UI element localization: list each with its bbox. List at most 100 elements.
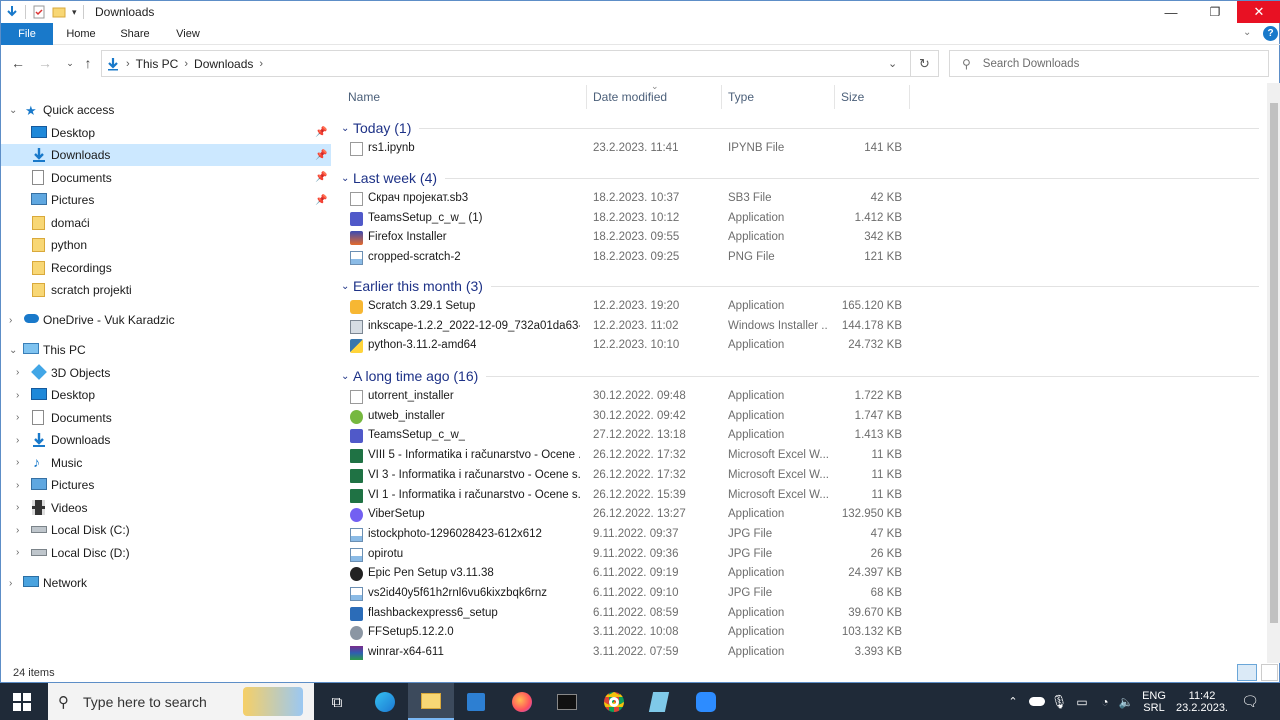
file-row[interactable]: FFSetup5.12.2.0 3.11.2022. 10:08 Applicati… [339,623,1259,643]
sidebar-item-pictures[interactable]: Pictures 📌 [1,189,331,211]
terminal-icon[interactable] [555,690,579,714]
breadcrumb-downloads[interactable]: Downloads [194,57,253,71]
download-arrow-icon[interactable] [5,5,19,19]
sidebar-item-this-pc[interactable]: ⌄ This PC [1,339,331,361]
notepad-icon[interactable] [647,690,671,714]
sidebar-item-local-disc-d[interactable]: › Local Disc (D:) [1,542,331,564]
scrollbar-thumb[interactable] [1270,103,1278,623]
pin-icon[interactable]: 📌 [315,150,327,161]
expand-chevron-icon[interactable]: › [16,367,19,378]
file-row[interactable]: Epic Pen Setup v3.11.38 6.11.2022. 09:19 A… [339,564,1259,584]
pin-icon[interactable]: 📌 [315,127,327,138]
sidebar-item-scratch-projekti[interactable]: scratch projekti [1,279,331,301]
sidebar-item-desktop[interactable]: Desktop 📌 [1,122,331,144]
restore-button[interactable]: ❐ [1193,1,1237,23]
file-row[interactable]: python-3.11.2-amd64 12.2.2023. 10:10 Appli… [339,336,1259,356]
sidebar-item-videos[interactable]: › Videos [1,497,331,519]
address-dropdown-icon[interactable]: ⌄ [888,57,897,70]
column-divider[interactable] [721,85,722,109]
expand-ribbon-icon[interactable]: ⌄ [1243,27,1251,38]
wifi-icon[interactable]: ◔ [1096,683,1114,720]
file-row[interactable]: Scratch 3.29.1 Setup 12.2.2023. 19:20 Appl… [339,297,1259,317]
show-hidden-icons-icon[interactable]: ⌃ [1006,683,1020,720]
collapse-chevron-icon[interactable]: ⌄ [341,173,349,184]
sidebar-item-domaci[interactable]: domaći [1,212,331,234]
group-header[interactable]: ⌄ Earlier this month (3) [339,275,1259,297]
notifications-icon[interactable]: 🗨 [1240,683,1260,720]
expand-chevron-icon[interactable]: › [16,435,19,446]
group-header[interactable]: ⌄ Today (1) [339,117,1259,139]
breadcrumb-separator[interactable]: › [126,58,130,70]
group-header[interactable]: ⌄ A long time ago (16) [339,365,1259,387]
chrome-icon[interactable] [602,690,626,714]
address-bar[interactable]: › This PC › Downloads › ⌄ ↻ [101,50,939,77]
volume-icon[interactable]: 🔈 [1118,683,1134,720]
column-header-size[interactable]: Size [841,83,864,111]
file-row[interactable]: Скрач пројекат.sb3 18.2.2023. 10:37 SB3 Fi… [339,189,1259,209]
group-header[interactable]: ⌄ Last week (4) [339,167,1259,189]
collapse-chevron-icon[interactable]: ⌄ [9,345,17,356]
expand-chevron-icon[interactable]: › [16,525,19,536]
sidebar-item-recordings[interactable]: Recordings [1,257,331,279]
column-header-type[interactable]: Type [728,83,754,111]
expand-chevron-icon[interactable]: › [16,390,19,401]
file-row[interactable]: VIII 5 - Informatika i računarstvo - Oce… [339,446,1259,466]
column-header-name[interactable]: Name [348,83,380,111]
file-row[interactable]: TeamsSetup_c_w_ 27.12.2022. 13:18 Applicat… [339,426,1259,446]
back-arrow-icon[interactable]: ← [9,55,27,71]
refresh-icon[interactable]: ↻ [910,51,938,76]
onedrive-tray-icon[interactable] [1028,683,1046,720]
file-row[interactable]: inkscape-1.2.2_2022-12-09_732a01da63-x..… [339,317,1259,337]
file-row[interactable]: utorrent_installer 30.12.2022. 09:48 Appli… [339,387,1259,407]
details-view-icon[interactable] [1237,664,1257,681]
sidebar-item-local-disk-c[interactable]: › Local Disk (C:) [1,519,331,541]
zoom-icon[interactable] [694,690,718,714]
file-row[interactable]: ViberSetup 26.12.2022. 13:27 Application 13… [339,505,1259,525]
language-indicator[interactable]: ENG SRL [1140,683,1168,720]
up-arrow-icon[interactable]: ↑ [79,55,97,71]
breadcrumb-this-pc[interactable]: This PC [136,57,179,71]
file-row[interactable]: Firefox Installer 18.2.2023. 09:55 Applica… [339,228,1259,248]
file-row[interactable]: flashbackexpress6_setup 6.11.2022. 08:59 A… [339,604,1259,624]
sidebar-item-onedrive[interactable]: › OneDrive - Vuk Karadzic [1,309,331,331]
expand-chevron-icon[interactable]: › [9,315,12,326]
firefox-icon[interactable] [510,690,534,714]
tab-share[interactable]: Share [115,23,155,45]
expand-chevron-icon[interactable]: › [9,578,12,589]
file-row[interactable]: VI 1 - Informatika i računarstvo - Ocene… [339,486,1259,506]
large-icons-view-icon[interactable] [1261,664,1278,681]
column-header-date[interactable]: Date modified [593,83,667,111]
expand-chevron-icon[interactable]: › [16,502,19,513]
sidebar-item-pc-desktop[interactable]: › Desktop [1,384,331,406]
file-explorer-taskbar-button[interactable] [408,683,454,720]
breadcrumb-separator[interactable]: › [184,58,188,70]
collapse-chevron-icon[interactable]: ⌄ [341,123,349,134]
breadcrumb-separator[interactable]: › [259,58,263,70]
column-divider[interactable] [909,85,910,109]
sidebar-item-pc-pictures[interactable]: › Pictures [1,474,331,496]
new-folder-icon[interactable] [52,5,66,19]
column-divider[interactable] [834,85,835,109]
collapse-chevron-icon[interactable]: ⌄ [341,371,349,382]
file-row[interactable]: winrar-x64-611 3.11.2022. 07:59 Applicatio… [339,643,1259,663]
file-row[interactable]: VI 3 - Informatika i računarstvo - Ocene… [339,466,1259,486]
forward-arrow-icon[interactable]: → [36,55,54,71]
task-view-icon[interactable]: ⧉ [325,690,349,714]
sidebar-item-network[interactable]: › Network [1,572,331,594]
store-icon[interactable] [464,690,488,714]
column-divider[interactable] [586,85,587,109]
sidebar-item-quick-access[interactable]: ⌄ ★ Quick access [1,99,331,121]
customize-toolbar-icon[interactable]: ▾ [72,7,77,18]
close-button[interactable]: ✕ [1237,1,1280,23]
collapse-chevron-icon[interactable]: ⌄ [341,281,349,292]
sidebar-item-downloads[interactable]: Downloads 📌 [1,144,331,166]
tab-view[interactable]: View [168,23,208,45]
pin-icon[interactable]: 📌 [315,195,327,206]
expand-chevron-icon[interactable]: › [16,547,19,558]
expand-chevron-icon[interactable]: › [16,412,19,423]
edge-icon[interactable] [373,690,397,714]
pin-icon[interactable]: 📌 [315,172,327,183]
properties-icon[interactable] [32,5,46,19]
sidebar-item-music[interactable]: › ♪ Music [1,452,331,474]
vertical-scrollbar[interactable] [1267,83,1280,663]
